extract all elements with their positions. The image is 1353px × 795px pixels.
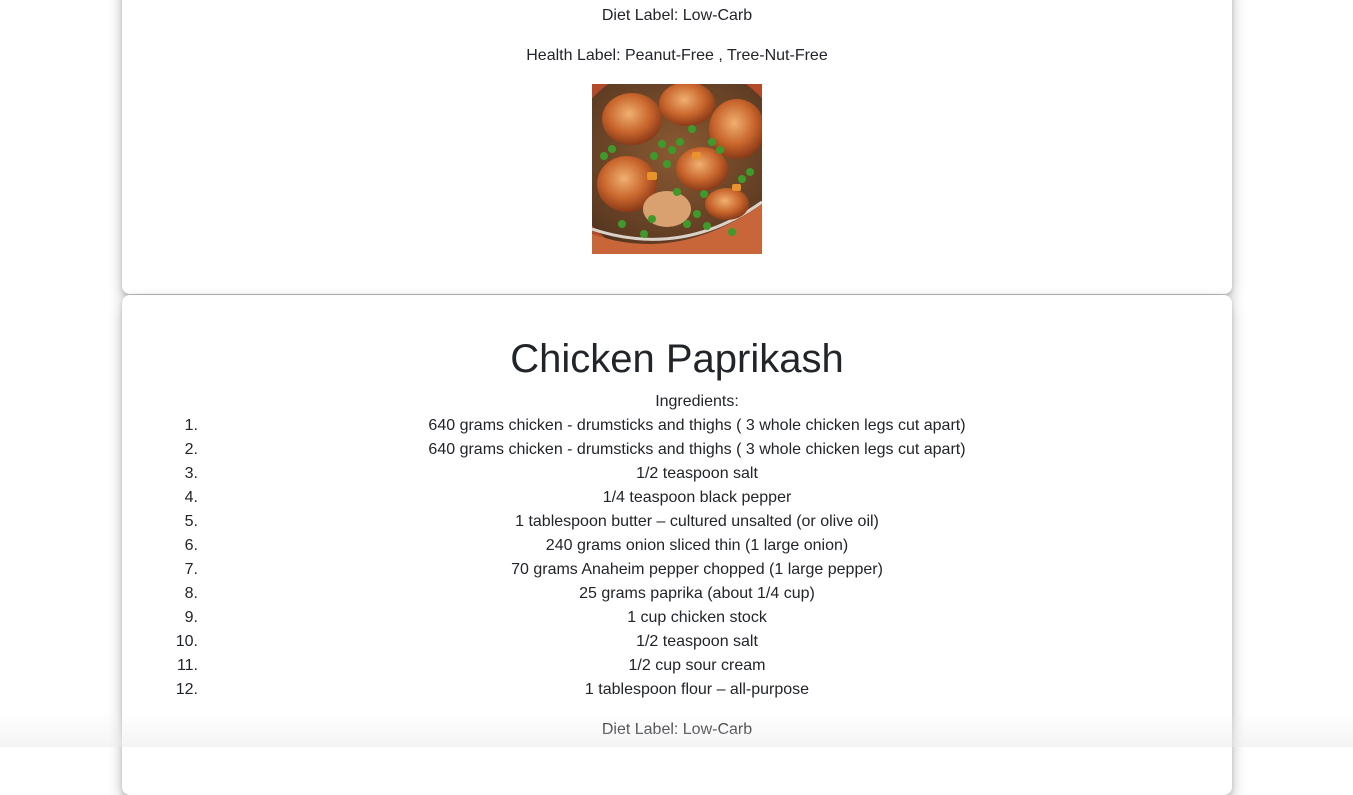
recipe-card: Chicken Paprikash Ingredients: 1. 640 gra…	[122, 295, 1232, 795]
ingredient-text: 240 grams onion sliced thin (1 large oni…	[545, 537, 849, 554]
recipe-title: Chicken Paprikash	[510, 337, 844, 381]
ingredient-text: 70 grams Anaheim pepper chopped (1 large…	[511, 561, 883, 578]
ingredient-text: 1/2 teaspoon salt	[636, 633, 758, 650]
ingredient-number: 5.	[184, 513, 198, 530]
ingredient-number: 11.	[176, 657, 198, 674]
ingredient-number: 6.	[184, 537, 198, 554]
diet-label: Diet Label: Low-Carb	[601, 721, 753, 738]
ingredient-text: 1 tablespoon butter – cultured unsalted …	[515, 513, 879, 530]
ingredient-number: 1.	[184, 417, 198, 434]
ingredient-number: 12.	[175, 681, 198, 698]
ingredient-item: 11. 1/2 cup sour cream	[122, 654, 1272, 678]
ingredients-heading: Ingredients:	[655, 393, 739, 410]
ingredient-item: 8. 25 grams paprika (about 1/4 cup)	[122, 582, 1272, 606]
ingredient-item: 7. 70 grams Anaheim pepper chopped (1 lar…	[122, 558, 1272, 582]
ingredient-item: 6. 240 grams onion sliced thin (1 large o…	[122, 534, 1272, 558]
ingredients-list: 1. 640 grams chicken - drumsticks and thi…	[122, 414, 1272, 702]
ingredient-item: 10. 1/2 teaspoon salt	[122, 630, 1272, 654]
ingredient-item: 1. 640 grams chicken - drumsticks and thi…	[122, 414, 1272, 438]
ingredient-number: 2.	[184, 441, 198, 458]
ingredient-item: 3. 1/2 teaspoon salt	[122, 462, 1272, 486]
ingredient-item: 5. 1 tablespoon butter – cultured unsalte…	[122, 510, 1272, 534]
ingredient-number: 4.	[184, 489, 198, 506]
ingredient-number: 10.	[175, 633, 198, 650]
ingredient-number: 8.	[184, 585, 198, 602]
ingredient-text: 640 grams chicken - drumsticks and thigh…	[428, 417, 966, 434]
ingredient-item: 12. 1 tablespoon flour – all-purpose	[122, 678, 1272, 702]
ingredient-text: 25 grams paprika (about 1/4 cup)	[579, 585, 815, 602]
ingredient-item: 9. 1 cup chicken stock	[122, 606, 1272, 630]
recipe-image	[592, 84, 762, 254]
ingredient-item: 2. 640 grams chicken - drumsticks and thi…	[122, 438, 1272, 462]
ingredient-text: 1/4 teaspoon black pepper	[602, 489, 792, 506]
ingredient-number: 7.	[184, 561, 198, 578]
ingredient-text: 640 grams chicken - drumsticks and thigh…	[428, 441, 966, 458]
health-label: Health Label: Peanut-Free , Tree-Nut-Fre…	[526, 47, 828, 64]
ingredient-text: 1/2 teaspoon salt	[636, 465, 758, 482]
ingredient-number: 9.	[184, 609, 198, 626]
ingredient-text: 1 tablespoon flour – all-purpose	[584, 681, 810, 698]
ingredient-text: 1/2 cup sour cream	[628, 657, 766, 674]
ingredient-number: 3.	[184, 465, 198, 482]
recipe-card-previous: Diet Label: Low-Carb Health Label: Peanu…	[122, 0, 1232, 294]
ingredient-text: 1 cup chicken stock	[627, 609, 767, 626]
ingredient-item: 4. 1/4 teaspoon black pepper	[122, 486, 1272, 510]
diet-label: Diet Label: Low-Carb	[601, 7, 753, 24]
